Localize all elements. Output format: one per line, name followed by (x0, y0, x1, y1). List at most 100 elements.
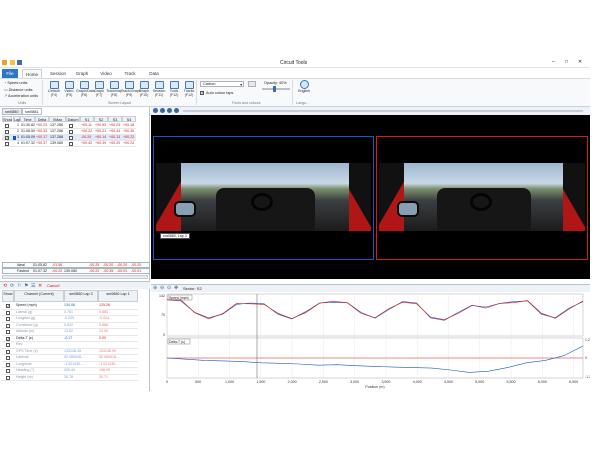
rewind-icon[interactable] (153, 108, 158, 113)
video-left[interactable]: sm0880, Lap 3 (153, 136, 374, 260)
column-header[interactable]: Lap (13, 116, 20, 122)
channel-name: GPS Time (s) (16, 348, 38, 353)
show-checkbox[interactable] (6, 343, 10, 347)
lap-graph[interactable]: 0 500 1,000 1,500 2,000 2,500 3,000 3,500 4,000 4… (151, 292, 590, 391)
show-checkbox[interactable] (5, 124, 9, 128)
tool-icon[interactable]: ☰ (31, 283, 35, 289)
zoom-out-icon[interactable]: ⊖ (160, 285, 164, 291)
column-header[interactable]: Datum (66, 116, 80, 122)
tab-track[interactable]: Track (120, 69, 140, 78)
show-checkbox[interactable] (6, 330, 10, 334)
speed-units-menu[interactable]: ◔ Speed units (4, 81, 27, 85)
show-checkbox[interactable]: ✓ (5, 136, 9, 140)
minimize-button[interactable]: – (552, 59, 555, 65)
column-header[interactable]: sm0880 Lap 1 (98, 290, 138, 302)
column-header[interactable]: S2 (94, 116, 108, 122)
show-checkbox[interactable] (6, 323, 10, 328)
channel-name: Longitude (16, 361, 32, 366)
lap-row[interactable]: 4 01:07.32 +00.37 139.080 +00.42 +00.39 +00.20… (2, 141, 136, 147)
column-header[interactable]: VMax (49, 116, 66, 122)
show-checkbox[interactable] (6, 362, 10, 367)
show-checkbox[interactable]: ✓ (6, 304, 10, 308)
tab-data[interactable]: Data (144, 69, 164, 78)
column-header[interactable]: sm0880 Lap 3 (64, 290, 98, 302)
opacity-slider-thumb[interactable] (273, 86, 276, 92)
column-header[interactable]: Time (20, 116, 35, 122)
layout-button[interactable]: Video (F5) (61, 80, 77, 98)
save-icon[interactable] (17, 60, 22, 65)
show-checkbox[interactable] (6, 317, 10, 321)
layout-icon (79, 81, 89, 89)
close-button[interactable]: ✕ (578, 59, 582, 65)
lap-s1: -00.29 (81, 135, 92, 139)
layout-button[interactable]: Session (F11) (151, 80, 167, 98)
colour-swatch[interactable] (248, 81, 256, 87)
channel-row[interactable]: Height (m) 30.78 30.71 (2, 375, 138, 381)
tab-session-sm0880[interactable]: sm0880 (2, 108, 22, 115)
tab-graph[interactable]: Graph (72, 69, 92, 78)
opacity-slider[interactable] (262, 88, 290, 90)
show-checkbox[interactable]: ✓ (6, 336, 10, 341)
column-header[interactable]: Show (2, 290, 14, 302)
show-checkbox[interactable] (5, 142, 9, 146)
cancel-button[interactable]: Cancel (47, 283, 59, 288)
accel-units-menu[interactable]: ↗ Acceleration units (4, 93, 38, 98)
zoom-reset-icon[interactable]: ⊙ (167, 285, 171, 291)
play-icon[interactable] (160, 108, 165, 113)
channel-name: Lateral (g) (16, 309, 33, 314)
layout-button[interactable]: Tracks (F12) (181, 80, 197, 98)
show-checkbox[interactable] (6, 310, 10, 315)
distance-units-menu[interactable]: ▭ Distance units (4, 87, 33, 92)
layout-button[interactable]: Graph (F7) (91, 80, 107, 98)
datum-checkbox[interactable] (69, 124, 73, 128)
forward-icon[interactable] (174, 108, 179, 113)
show-checkbox[interactable] (5, 130, 9, 134)
file-tab[interactable]: File (2, 69, 18, 78)
show-checkbox[interactable] (6, 375, 10, 380)
layout-button[interactable]: Track/Graph (F9) (121, 80, 141, 98)
column-header[interactable]: Delta (35, 116, 49, 122)
tool-icon[interactable]: ⚐ (17, 283, 21, 289)
tool-icon[interactable]: ⟳ (10, 283, 14, 289)
tool-icon[interactable]: ✕ (38, 283, 42, 289)
tab-session[interactable]: Session (48, 69, 68, 78)
open-icon[interactable] (10, 60, 15, 65)
column-header[interactable]: S3 (108, 116, 122, 122)
show-checkbox[interactable] (6, 369, 10, 373)
channel-name: Latitude (16, 355, 29, 359)
pan-icon[interactable]: ✥ (174, 285, 178, 291)
laps-scrollbar[interactable] (2, 275, 148, 279)
layout-button[interactable]: Graph (F10) (136, 80, 152, 98)
layout-button[interactable]: Graph/Data (F6) (76, 80, 95, 98)
datum-checkbox[interactable] (69, 130, 73, 134)
maximize-button[interactable]: □ (565, 59, 568, 65)
language-button[interactable]: English (296, 80, 312, 93)
tab-video[interactable]: Video (96, 69, 116, 78)
zoom-in-icon[interactable]: ⊕ (153, 285, 157, 291)
datum-checkbox[interactable] (69, 136, 73, 140)
x-tick-label: 1,500 (256, 380, 265, 384)
y-tick-label: 70 (161, 313, 165, 317)
column-header[interactable]: S4 (122, 116, 136, 122)
layout-button[interactable]: Default (F4) (46, 80, 62, 98)
column-header[interactable]: S1 (80, 116, 94, 122)
tool-icon[interactable]: ⚑ (24, 283, 28, 289)
channel-value-lap3: 13.52 (64, 329, 73, 333)
column-header[interactable]: Show (2, 116, 12, 122)
layout-button[interactable]: Tools (F12) (166, 80, 182, 98)
datum-checkbox[interactable] (69, 142, 73, 146)
auto-colour-checkbox[interactable]: ✓ (200, 91, 204, 95)
tool-icon[interactable]: ⟲ (3, 283, 7, 289)
colour-select[interactable]: Carbon ▾ (200, 81, 244, 87)
show-checkbox[interactable] (6, 356, 10, 360)
layout-icon (124, 81, 134, 89)
lap-vmax: 137.288 (50, 123, 63, 127)
tab-home[interactable]: Home (22, 69, 42, 78)
tab-session-sm0881[interactable]: sm0881 (22, 108, 42, 115)
video-slider[interactable] (183, 110, 583, 112)
video-right[interactable] (376, 136, 588, 260)
column-header[interactable]: Channel (Current) (14, 290, 64, 302)
layout-button[interactable]: Trackmap (F8) (106, 80, 122, 98)
pause-icon[interactable] (167, 108, 172, 113)
show-checkbox[interactable] (6, 349, 10, 354)
